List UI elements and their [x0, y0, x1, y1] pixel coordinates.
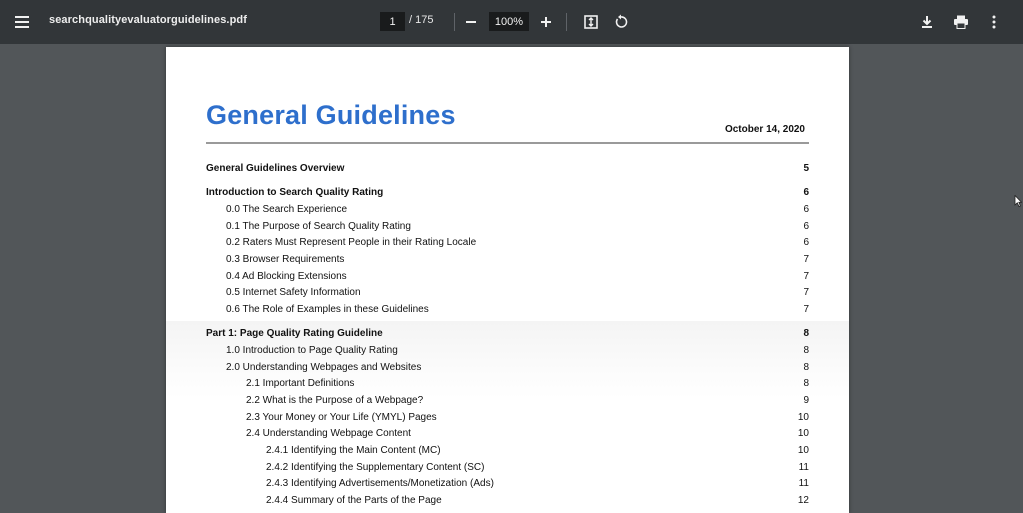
- toc-entry[interactable]: 2.0 Understanding Webpages and Websites 8: [206, 362, 809, 376]
- toolbar-divider: [566, 13, 567, 31]
- toc-entry-label: 2.2 What is the Purpose of a Webpage?: [246, 395, 424, 406]
- toc-entry-label: Part 1: Page Quality Rating Guideline: [206, 328, 383, 339]
- toc-entry-page: 6: [803, 237, 809, 248]
- menu-icon[interactable]: [8, 8, 36, 36]
- page-total: / 175: [409, 14, 434, 26]
- toc-entry[interactable]: 0.2 Raters Must Represent People in thei…: [206, 237, 809, 251]
- toc-entry[interactable]: 0.4 Ad Blocking Extensions 7: [206, 271, 809, 285]
- toc-entry[interactable]: 2.4.3 Identifying Advertisements/Monetiz…: [206, 478, 809, 492]
- toc-entry-label: 0.0 The Search Experience: [226, 204, 348, 215]
- toc-entry-label: 2.4.1 Identifying the Main Content (MC): [266, 445, 441, 456]
- toc-entry-label: 2.0 Understanding Webpages and Websites: [226, 362, 422, 373]
- toc-entry[interactable]: 0.5 Internet Safety Information 7: [206, 287, 809, 301]
- title-divider: [206, 142, 809, 144]
- toc-entry-page: 7: [803, 254, 809, 265]
- more-vert-icon[interactable]: [980, 8, 1008, 36]
- toc-entry-label: 2.4 Understanding Webpage Content: [246, 428, 411, 439]
- toc-entry-label: Introduction to Search Quality Rating: [206, 187, 384, 198]
- toc-entry-page: 8: [803, 378, 809, 389]
- toc-entry[interactable]: 0.3 Browser Requirements 7: [206, 254, 809, 268]
- toc-entry[interactable]: 2.1 Important Definitions 8: [206, 378, 809, 392]
- rotate-icon[interactable]: [607, 8, 635, 36]
- page-number-input[interactable]: 1: [380, 12, 405, 31]
- toc-entry-page: 6: [803, 204, 809, 215]
- toc-entry[interactable]: 2.4 Understanding Webpage Content 10: [206, 428, 809, 442]
- toc-entry-label: General Guidelines Overview: [206, 163, 345, 174]
- toc-entry-page: 8: [803, 345, 809, 356]
- zoom-out-icon[interactable]: [457, 8, 485, 36]
- toc-entry-label: 0.3 Browser Requirements: [226, 254, 345, 265]
- toc-entry-page: 9: [803, 395, 809, 406]
- toc-entry-page: 8: [803, 362, 809, 373]
- zoom-in-icon[interactable]: [532, 8, 560, 36]
- toc-entry-page: 6: [803, 187, 809, 198]
- toc-entry[interactable]: 0.1 The Purpose of Search Quality Rating…: [206, 221, 809, 235]
- pdf-page: General Guidelines October 14, 2020 Gene…: [166, 47, 849, 513]
- print-icon[interactable]: [947, 8, 975, 36]
- toc-entry-page: 11: [798, 478, 809, 489]
- toc-entry[interactable]: General Guidelines Overview 5: [206, 163, 809, 177]
- zoom-level-input[interactable]: 100%: [489, 12, 529, 31]
- toc-entry-page: 8: [803, 328, 809, 339]
- toc-entry[interactable]: 0.0 The Search Experience 6: [206, 204, 809, 218]
- toc-entry-page: 11: [798, 462, 809, 473]
- toc-entry[interactable]: 2.4.4 Summary of the Parts of the Page 12: [206, 495, 809, 509]
- toc-entry-page: 10: [797, 412, 809, 423]
- toc-entry-page: 10: [797, 428, 809, 439]
- toolbar-divider: [454, 13, 455, 31]
- toc-entry[interactable]: Part 1: Page Quality Rating Guideline 8: [206, 328, 809, 342]
- toc-entry[interactable]: 1.0 Introduction to Page Quality Rating 8: [206, 345, 809, 359]
- toc-entry-page: 12: [797, 495, 809, 506]
- toc-entry-page: 5: [803, 163, 809, 174]
- pdf-toolbar: searchqualityevaluatorguidelines.pdf 1 /…: [0, 0, 1023, 44]
- mouse-cursor-icon: [1014, 195, 1022, 207]
- download-icon[interactable]: [913, 8, 941, 36]
- document-date: October 14, 2020: [724, 124, 805, 135]
- toc-entry-label: 0.2 Raters Must Represent People in thei…: [226, 237, 477, 248]
- toc-entry-page: 6: [803, 221, 809, 232]
- toc-entry-page: 10: [797, 445, 809, 456]
- toc-entry[interactable]: 2.4.1 Identifying the Main Content (MC) 1…: [206, 445, 809, 459]
- toc-entry-label: 0.5 Internet Safety Information: [226, 287, 361, 298]
- toc-entry[interactable]: 2.4.2 Identifying the Supplementary Cont…: [206, 462, 809, 476]
- toc-entry[interactable]: 0.6 The Role of Examples in these Guidel…: [206, 304, 809, 318]
- toc-entry-label: 2.4.4 Summary of the Parts of the Page: [266, 495, 442, 506]
- toc-entry[interactable]: 2.3 Your Money or Your Life (YMYL) Pages…: [206, 412, 809, 426]
- toc-entry-label: 2.4.3 Identifying Advertisements/Monetiz…: [266, 478, 494, 489]
- toc-entry-label: 2.1 Important Definitions: [246, 378, 355, 389]
- document-filename: searchqualityevaluatorguidelines.pdf: [49, 14, 247, 26]
- toc-entry-page: 7: [803, 271, 809, 282]
- toc-entry-label: 0.1 The Purpose of Search Quality Rating: [226, 221, 411, 232]
- toc-entry-label: 0.6 The Role of Examples in these Guidel…: [226, 304, 429, 315]
- toc-entry-page: 7: [803, 287, 809, 298]
- document-title: General Guidelines: [206, 100, 456, 130]
- toc-entry[interactable]: 2.2 What is the Purpose of a Webpage? 9: [206, 395, 809, 409]
- fit-page-icon[interactable]: [577, 8, 605, 36]
- toc-entry-label: 1.0 Introduction to Page Quality Rating: [226, 345, 398, 356]
- toc-entry-label: 0.4 Ad Blocking Extensions: [226, 271, 347, 282]
- toc-entry-page: 7: [803, 304, 809, 315]
- toc-entry-label: 2.3 Your Money or Your Life (YMYL) Pages: [246, 412, 437, 423]
- toc-entry-label: 2.4.2 Identifying the Supplementary Cont…: [266, 462, 485, 473]
- toc-entry[interactable]: Introduction to Search Quality Rating 6: [206, 187, 809, 201]
